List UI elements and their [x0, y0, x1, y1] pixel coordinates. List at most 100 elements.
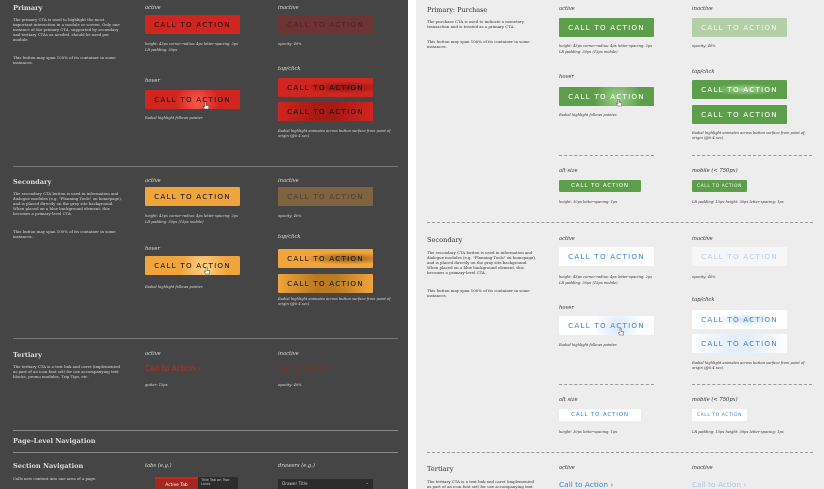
purchase-inactive-label: inactive — [692, 6, 713, 12]
tertiary-active-label: active — [559, 465, 575, 471]
chevron-down-icon: ⌄ — [365, 480, 369, 485]
section-divider — [13, 430, 398, 431]
dashed-divider — [692, 384, 812, 385]
secondary-hover-label: hover — [145, 246, 160, 252]
drawer-title: Drawer Title — [282, 481, 308, 486]
dashed-divider — [559, 155, 654, 156]
section-divider — [13, 166, 398, 167]
primary-tap-button-start[interactable]: CALL TO ACTION — [278, 78, 373, 97]
primary-tap-button-spread[interactable]: CALL TO ACTION — [278, 102, 373, 121]
secondary-hover-label: hover — [559, 305, 574, 311]
tertiary-link-label: Call to Action — [559, 480, 609, 489]
section-divider — [427, 452, 813, 453]
primary-inactive-button: CALL TO ACTION — [278, 15, 373, 34]
secondary-mobile-label: mobile (< 750px) — [692, 397, 738, 403]
tertiary-inactive-link: Call to Action › — [278, 364, 334, 373]
secondary-active-label: active — [145, 178, 161, 184]
hand-cursor-icon — [616, 99, 622, 107]
tertiary-active-link[interactable]: Call to Action › — [145, 364, 201, 373]
caret-right-icon: › — [197, 364, 201, 373]
drawer-header[interactable]: Drawer Title ⌄ — [278, 479, 373, 489]
purchase-alt-size-label: alt size — [559, 168, 578, 174]
purchase-tap-button-spread[interactable]: CALL TO ACTION — [692, 105, 787, 124]
purchase-section-title: Primary: Purchase — [427, 6, 488, 14]
purchase-description: The purchase CTA is used to indicate a m… — [427, 19, 525, 29]
primary-active-button[interactable]: CALL TO ACTION — [145, 15, 240, 34]
hand-cursor-icon — [203, 102, 209, 110]
secondary-meta-padding: LR padding: 30px (15px mobile) — [559, 281, 618, 285]
tertiary-inactive-label: inactive — [278, 351, 299, 357]
secondary-tap-caption: Radial highlight animates across button … — [278, 297, 391, 306]
primary-description: The primary CTA is used to highlight the… — [13, 17, 120, 42]
purchase-inactive-button: CALL TO ACTION — [692, 18, 787, 37]
tab-active[interactable]: Active Tab — [155, 477, 198, 489]
secondary-description-note: This button may span 100% of its contain… — [427, 288, 530, 298]
primary-section-title: Primary — [13, 4, 43, 12]
purchase-active-button[interactable]: CALL TO ACTION — [559, 18, 654, 37]
dashed-divider — [692, 155, 812, 156]
primary-tap-caption: Radial highlight animates across button … — [278, 129, 391, 138]
primary-description-note: This button may span 100% of its contain… — [13, 55, 116, 65]
secondary-alt-size-button[interactable]: CALL TO ACTION — [559, 409, 641, 421]
tertiary-description: The tertiary CTA is a text link and care… — [427, 479, 535, 489]
section-nav-description: Calls new content into one area of a pag… — [13, 476, 97, 481]
tabs-label: tabs (e.g.) — [145, 463, 172, 469]
secondary-description-note: This button may span 100% of its contain… — [13, 229, 116, 239]
secondary-section-title: Secondary — [427, 236, 463, 244]
purchase-tap-button-start[interactable]: CALL TO ACTION — [692, 80, 787, 99]
tab-two-line[interactable]: Title Tab on Two Lines — [198, 477, 238, 489]
section-divider — [13, 338, 398, 339]
style-guide-light-panel: Primary: Purchase The purchase CTA is us… — [416, 0, 824, 489]
tertiary-link-label: Call to Action — [692, 480, 742, 489]
secondary-description: The secondary CTA button is used in info… — [13, 191, 122, 216]
purchase-alt-size-button[interactable]: CALL TO ACTION — [559, 180, 641, 192]
purchase-hover-button[interactable]: CALL TO ACTION — [559, 87, 654, 106]
secondary-meta-padding: LR padding: 30px (15px mobile) — [145, 220, 204, 224]
secondary-active-button[interactable]: CALL TO ACTION — [559, 247, 654, 266]
purchase-tap-caption: Radial highlight animates across button … — [692, 131, 805, 140]
purchase-alt-meta: height: 30px letter-spacing: 1px — [559, 200, 618, 204]
primary-hover-button[interactable]: CALL TO ACTION — [145, 90, 240, 109]
secondary-tap-button-start[interactable]: CALL TO ACTION — [692, 310, 787, 329]
page-level-nav-title: Page-Level Navigation — [13, 437, 96, 445]
secondary-inactive-label: inactive — [278, 178, 299, 184]
primary-inactive-meta: opacity: 40% — [278, 42, 302, 46]
style-guide-dark-panel: Primary The primary CTA is used to highl… — [0, 0, 408, 489]
purchase-hover-caption: Radial highlight follows pointer. — [559, 113, 618, 117]
tertiary-inactive-label: inactive — [692, 465, 713, 471]
caret-right-icon: › — [743, 480, 747, 489]
caret-right-icon: › — [610, 480, 614, 489]
purchase-meta-dimensions: height: 43px corner-radius: 4px letter-s… — [559, 44, 653, 48]
purchase-meta-padding: LR padding: 30px (15px mobile) — [559, 50, 618, 54]
primary-meta-padding: LR padding: 30px — [145, 48, 178, 52]
secondary-inactive-meta: opacity: 40% — [278, 214, 302, 218]
dashed-divider — [559, 384, 654, 385]
secondary-tap-button-start[interactable]: CALL TO ACTION — [278, 249, 373, 268]
tertiary-inactive-link: Call to Action › — [692, 480, 746, 489]
secondary-tap-caption: Radial highlight animates across button … — [692, 361, 805, 370]
purchase-active-label: active — [559, 6, 575, 12]
secondary-hover-button[interactable]: CALL TO ACTION — [145, 256, 240, 275]
secondary-inactive-button: CALL TO ACTION — [278, 187, 373, 206]
section-nav-title: Section Navigation — [13, 462, 84, 470]
secondary-hover-button[interactable]: CALL TO ACTION — [559, 316, 654, 335]
secondary-mobile-button[interactable]: CALL TO ACTION — [692, 409, 747, 421]
secondary-mobile-meta: LR padding: 15px height: 30px letter-spa… — [692, 430, 784, 434]
tertiary-section-title: Tertiary — [427, 465, 454, 473]
purchase-hover-label: hover — [559, 74, 574, 80]
tertiary-active-link[interactable]: Call to Action › — [559, 480, 613, 489]
purchase-mobile-button[interactable]: CALL TO ACTION — [692, 180, 747, 192]
secondary-tap-button-spread[interactable]: CALL TO ACTION — [278, 274, 373, 293]
secondary-active-button[interactable]: CALL TO ACTION — [145, 187, 240, 206]
purchase-mobile-label: mobile (< 750px) — [692, 168, 738, 174]
tertiary-section-title: Tertiary — [13, 351, 42, 359]
tertiary-active-label: active — [145, 351, 161, 357]
secondary-inactive-meta: opacity: 40% — [692, 275, 716, 279]
secondary-inactive-label: inactive — [692, 236, 713, 242]
panel-gutter — [408, 0, 416, 489]
secondary-tap-button-spread[interactable]: CALL TO ACTION — [692, 334, 787, 353]
tertiary-link-label: Call to Action — [278, 364, 329, 373]
purchase-mobile-meta: LR padding: 15px height: 30px letter-spa… — [692, 200, 784, 204]
primary-tap-label: tap/click — [278, 66, 301, 72]
tertiary-meta: gutter: 15px — [145, 383, 168, 387]
